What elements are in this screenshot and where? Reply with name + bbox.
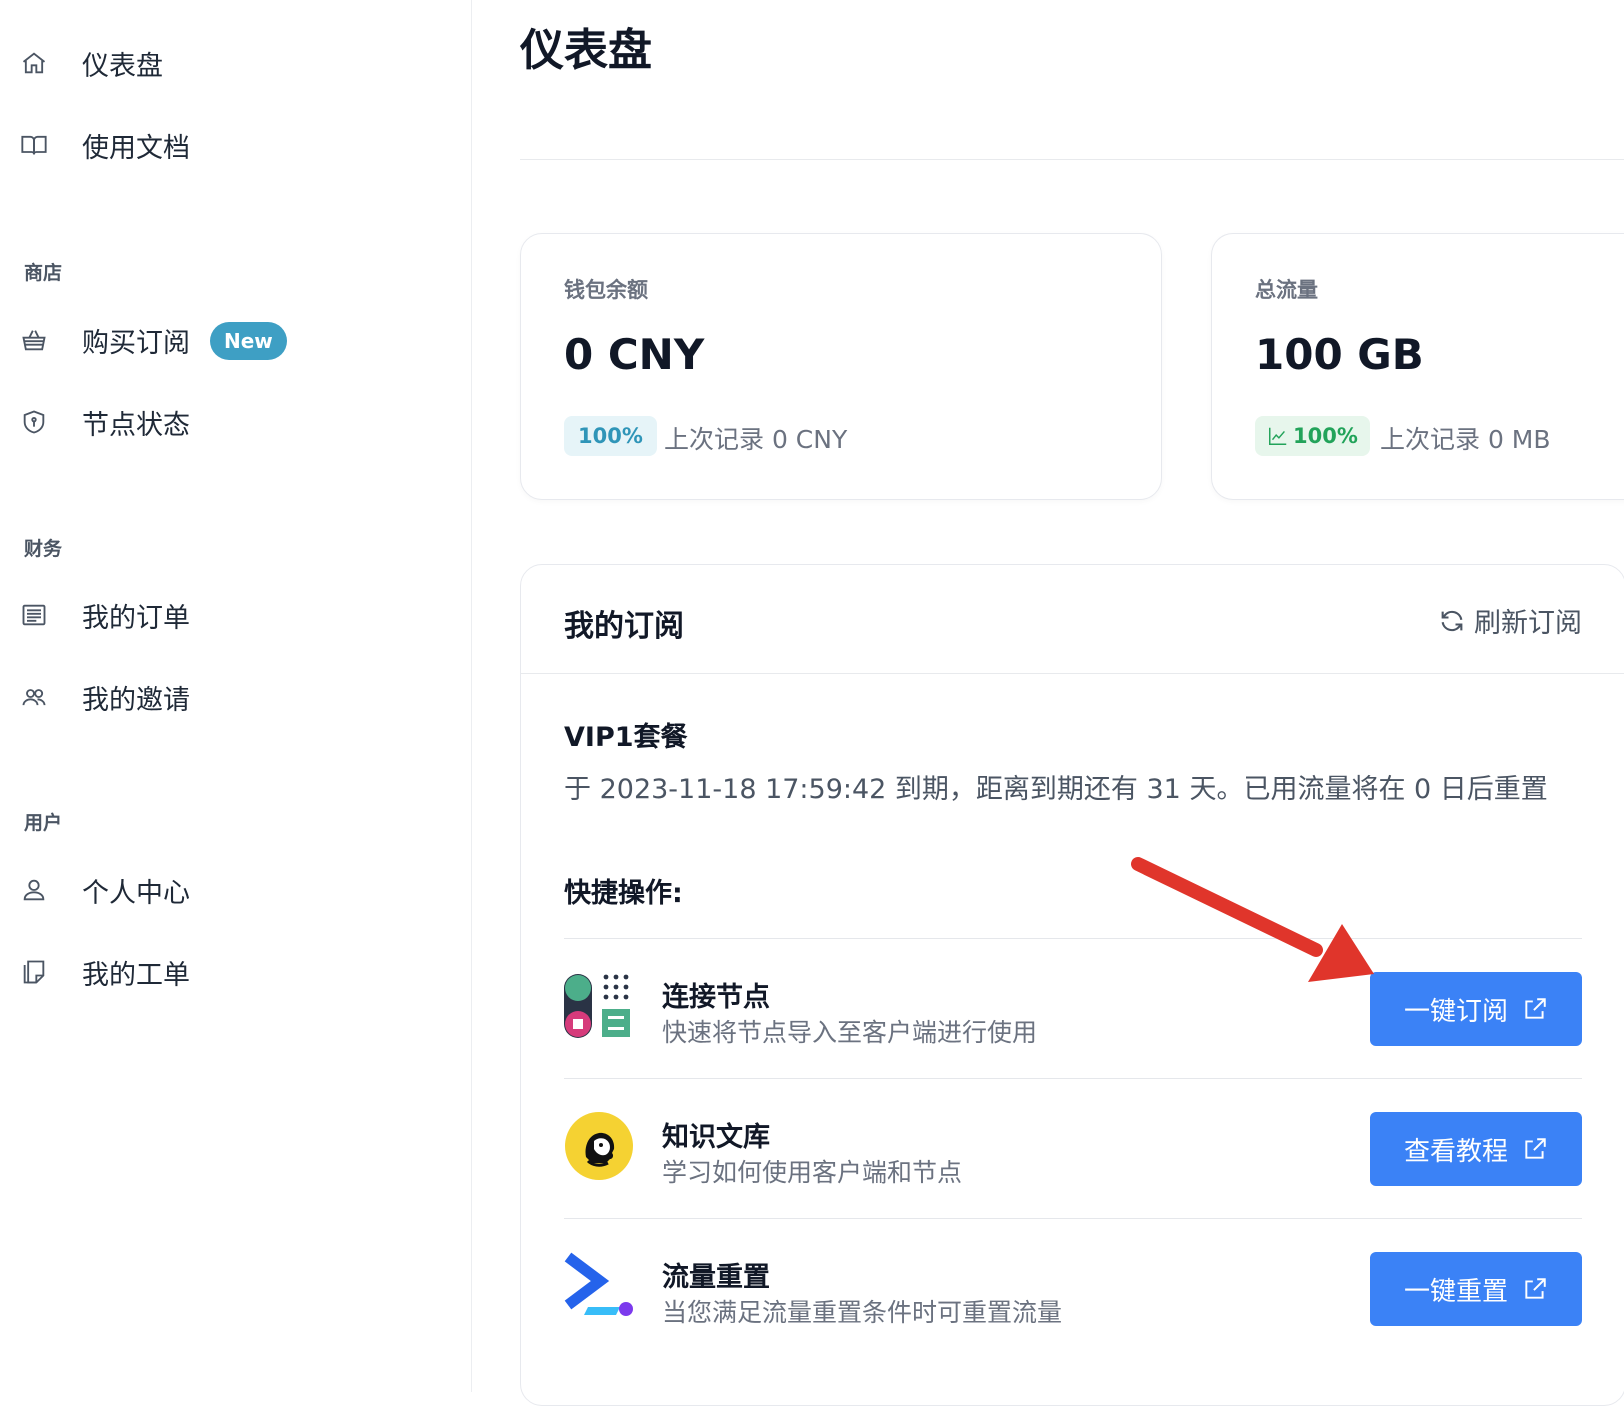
quick-actions-title: 快捷操作: xyxy=(564,878,683,909)
knowledge-base-icon xyxy=(565,1112,633,1180)
ticket-icon xyxy=(23,960,45,984)
users-icon xyxy=(22,689,46,706)
home-icon xyxy=(22,52,46,74)
action-title: 流量重置 xyxy=(662,1262,770,1293)
sidebar-item-label: 我的订单 xyxy=(82,602,190,634)
external-link-icon xyxy=(1525,998,1546,1019)
section-title-store: 商店 xyxy=(24,262,63,284)
stat-label: 钱包余额 xyxy=(564,278,648,302)
page-title: 仪表盘 xyxy=(520,25,652,76)
sidebar-item-dashboard[interactable]: 仪表盘 xyxy=(0,33,470,93)
subscription-card: 我的订阅 刷新订阅 VIP1套餐 于 2023-11-18 17:59:42 到… xyxy=(520,564,1624,1406)
sidebar-item-label: 购买订阅 xyxy=(82,327,190,359)
new-badge: New xyxy=(210,322,287,360)
action-subtitle: 快速将节点导入至客户端进行使用 xyxy=(662,1018,1038,1047)
button-label: 一键重置 xyxy=(1403,1276,1508,1307)
change-value: 100% xyxy=(1293,424,1358,448)
sidebar-item-label: 使用文档 xyxy=(82,132,190,164)
plan-description: 于 2023-11-18 17:59:42 到期，距离到期还有 31 天。已用流… xyxy=(564,774,1548,805)
refresh-subscription-button[interactable]: 刷新订阅 xyxy=(1438,601,1582,640)
book-icon xyxy=(21,135,47,155)
action-title: 连接节点 xyxy=(662,982,770,1013)
sidebar-item-label: 我的邀请 xyxy=(82,684,190,716)
chart-line-icon xyxy=(1269,427,1287,445)
section-title-finance: 财务 xyxy=(24,538,63,560)
shield-icon xyxy=(23,410,45,434)
button-label: 查看教程 xyxy=(1403,1136,1508,1167)
plan-name: VIP1套餐 xyxy=(564,722,688,753)
stat-value: 100 GB xyxy=(1255,330,1424,379)
sidebar-item-label: 仪表盘 xyxy=(82,50,163,82)
sidebar-item-profile[interactable]: 个人中心 xyxy=(0,860,470,920)
refresh-label: 刷新订阅 xyxy=(1474,608,1582,639)
refresh-icon xyxy=(1441,610,1463,631)
last-record: 上次记录 0 MB xyxy=(1380,425,1551,454)
stat-value: 0 CNY xyxy=(564,330,705,379)
change-badge: 100% xyxy=(564,416,657,456)
header-divider xyxy=(521,673,1624,674)
basket-icon xyxy=(22,330,46,351)
section-title-user: 用户 xyxy=(24,812,63,834)
sidebar-item-invites[interactable]: 我的邀请 xyxy=(0,667,470,727)
one-click-subscribe-button[interactable]: 一键订阅 xyxy=(1370,972,1582,1046)
external-link-icon xyxy=(1525,1278,1546,1299)
sidebar-item-orders[interactable]: 我的订单 xyxy=(0,585,470,645)
action-row-connect: 连接节点 快速将节点导入至客户端进行使用 一键订阅 xyxy=(564,938,1582,1079)
action-subtitle: 当您满足流量重置条件时可重置流量 xyxy=(662,1298,1063,1327)
change-value: 100% xyxy=(578,424,643,448)
sidebar-item-docs[interactable]: 使用文档 xyxy=(0,115,470,175)
action-row-reset: 流量重置 当您满足流量重置条件时可重置流量 一键重置 xyxy=(564,1218,1582,1359)
total-traffic-card: 总流量 100 GB 100% 上次记录 0 MB xyxy=(1211,233,1624,500)
sidebar-item-label: 个人中心 xyxy=(82,877,190,909)
action-subtitle: 学习如何使用客户端和节点 xyxy=(662,1158,963,1187)
last-record: 上次记录 0 CNY xyxy=(664,425,848,454)
change-badge: 100% xyxy=(1255,416,1370,456)
wallet-balance-card: 钱包余额 0 CNY 100% 上次记录 0 CNY xyxy=(520,233,1162,500)
title-divider xyxy=(520,159,1624,160)
stat-label: 总流量 xyxy=(1255,278,1318,302)
sidebar-item-tickets[interactable]: 我的工单 xyxy=(0,942,470,1002)
one-click-reset-button[interactable]: 一键重置 xyxy=(1370,1252,1582,1326)
connect-nodes-icon xyxy=(564,974,630,1038)
receipt-icon xyxy=(22,604,46,626)
sidebar: 仪表盘 使用文档 商店 购买订阅 New 节点状态 财务 我的订单 我的邀请 用… xyxy=(0,0,472,1392)
traffic-reset-icon xyxy=(564,1252,633,1316)
sidebar-item-buy-subscription[interactable]: 购买订阅 New xyxy=(0,310,470,370)
action-title: 知识文库 xyxy=(662,1122,770,1153)
subscription-title: 我的订阅 xyxy=(564,609,684,644)
view-tutorial-button[interactable]: 查看教程 xyxy=(1370,1112,1582,1186)
button-label: 一键订阅 xyxy=(1403,996,1508,1027)
sidebar-item-label: 我的工单 xyxy=(82,959,190,991)
user-icon xyxy=(23,879,45,901)
sidebar-item-label: 节点状态 xyxy=(82,409,190,441)
sidebar-item-node-status[interactable]: 节点状态 xyxy=(0,392,470,452)
action-row-knowledge: 知识文库 学习如何使用客户端和节点 查看教程 xyxy=(564,1078,1582,1219)
external-link-icon xyxy=(1525,1138,1546,1159)
